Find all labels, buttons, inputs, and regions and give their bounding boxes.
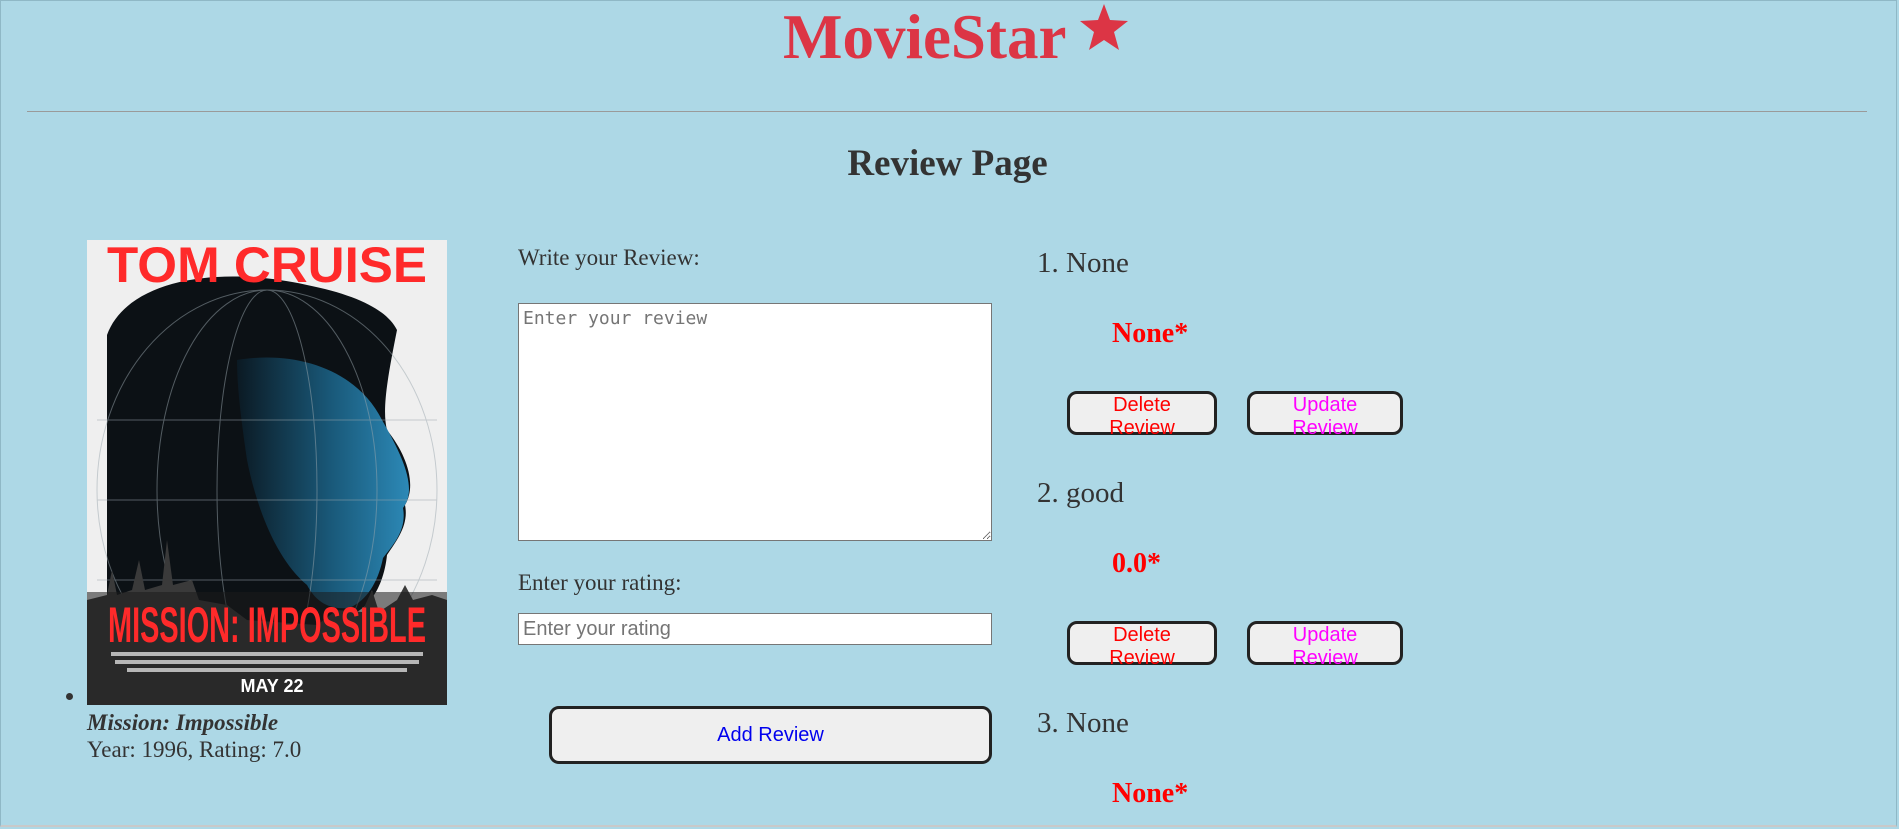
movie-meta: Year: 1996, Rating: 7.0 [87, 737, 302, 762]
update-review-button[interactable]: Update Review [1247, 391, 1403, 439]
review-rating: None* [1112, 778, 1189, 809]
review-text: 3. None [1037, 707, 1129, 739]
review-text: 1. None [1037, 247, 1129, 279]
header-divider [27, 111, 1867, 112]
rating-label: Enter your rating: [518, 570, 682, 595]
poster-top-text: TOM CRUISE [107, 240, 427, 293]
review-item: 2. good 0.0* Delete Review Update Review [1037, 476, 1403, 669]
review-textarea[interactable] [518, 303, 992, 541]
review-rating: 0.0* [1112, 548, 1161, 579]
poster-title-text: MISSION: IMPOSSIBLE [108, 597, 426, 653]
review-rating: None* [1112, 318, 1189, 349]
update-review-button[interactable]: Update Review [1247, 621, 1403, 669]
star-icon [1080, 4, 1129, 50]
review-item: 3. None None* [1037, 706, 1188, 809]
review-text: 2. good [1037, 477, 1124, 509]
brand-title[interactable]: MovieStar [783, 2, 1066, 72]
rating-input[interactable] [518, 613, 992, 645]
add-review-button[interactable]: Add Review [549, 706, 992, 764]
brand[interactable]: MovieStar [783, 2, 1129, 72]
movie-title: Mission: Impossible [87, 710, 279, 735]
poster-date-text: MAY 22 [240, 676, 303, 696]
poster-image: TOM CRUISE MISSION: IMPOSSIBLE MAY 22 [87, 240, 447, 705]
delete-review-button[interactable]: Delete Review [1067, 391, 1217, 439]
delete-review-button[interactable]: Delete Review [1067, 621, 1217, 669]
list-bullet [66, 693, 73, 700]
page-title: Review Page [847, 143, 1048, 184]
movie-poster: TOM CRUISE MISSION: IMPOSSIBLE MAY 22 [87, 240, 447, 705]
review-label: Write your Review: [518, 245, 700, 270]
review-item: 1. None None* Delete Review Update Revie… [1037, 246, 1403, 439]
